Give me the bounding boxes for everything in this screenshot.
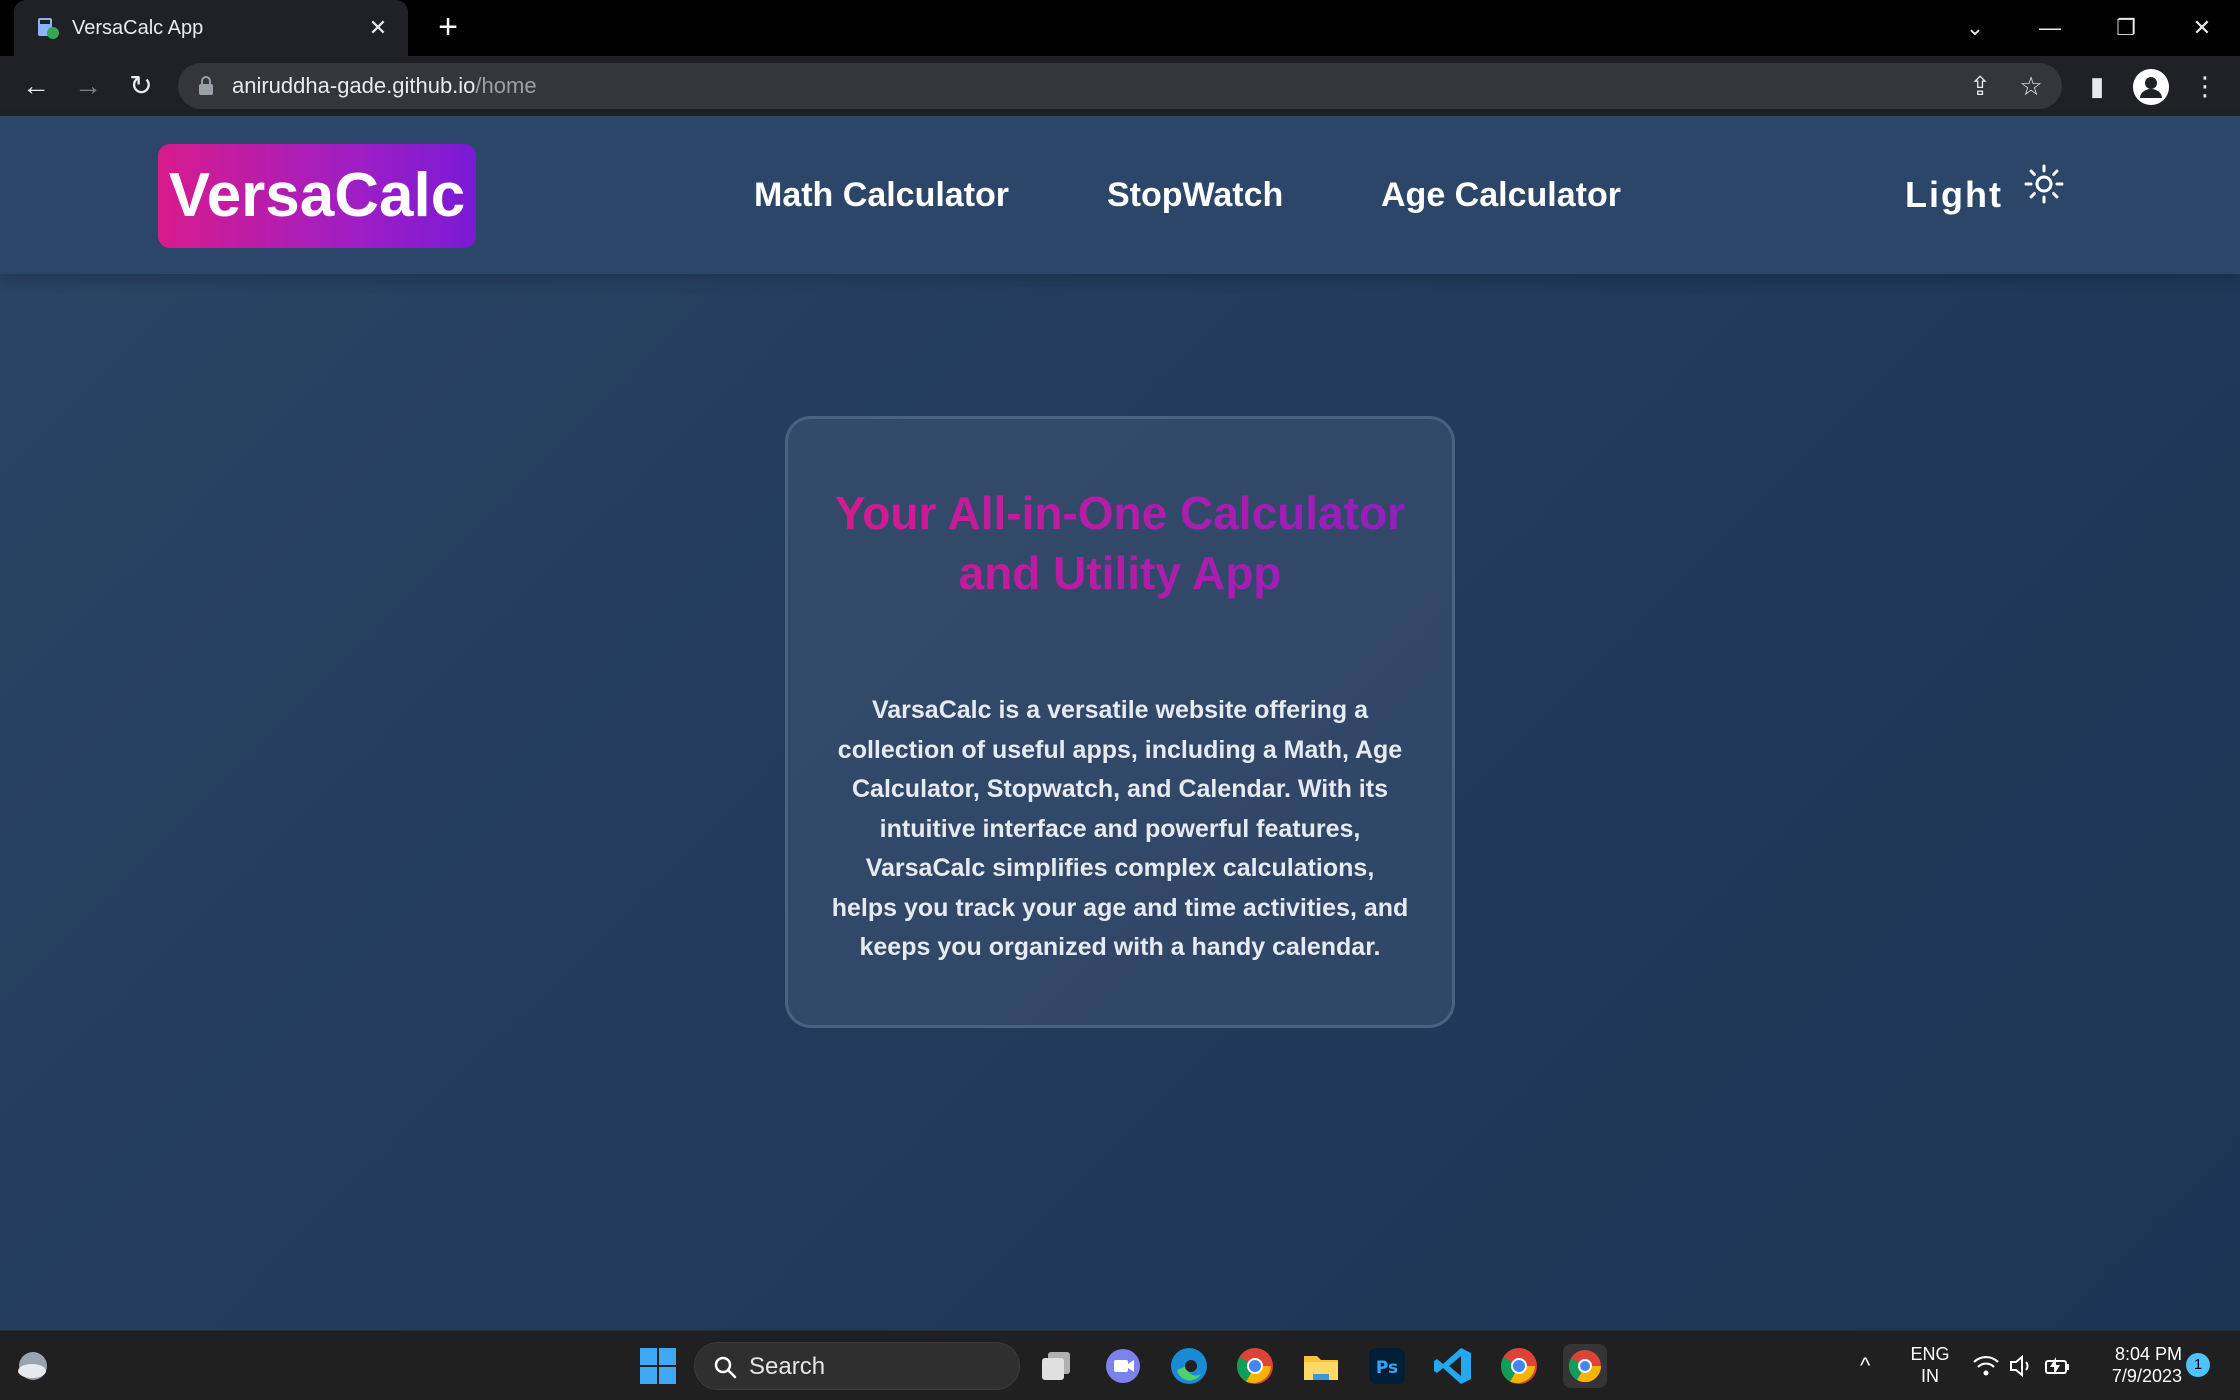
site-header: VersaCalc Math Calculator StopWatch Age …	[0, 116, 2240, 274]
wifi-icon[interactable]	[1972, 1353, 2000, 1379]
battery-icon[interactable]	[2044, 1353, 2072, 1379]
photoshop-icon[interactable]: Ps	[1365, 1344, 1409, 1388]
nav-age-calculator[interactable]: Age Calculator	[1381, 174, 1621, 216]
window-close-icon[interactable]: ✕	[2182, 8, 2222, 48]
clock-date: 7/9/2023	[2111, 1366, 2182, 1386]
windows-start-icon[interactable]	[636, 1344, 680, 1388]
tab-search-chevron-icon[interactable]: ⌄	[1955, 8, 1995, 48]
site-logo[interactable]: VersaCalc	[158, 144, 476, 248]
intro-card: Your All-in-One Calculator and Utility A…	[785, 416, 1455, 1028]
address-bar[interactable]: aniruddha-gade.github.io/home ⇪ ☆	[178, 63, 2062, 109]
minimize-icon[interactable]: —	[2030, 8, 2070, 48]
edge-browser-icon[interactable]	[1167, 1344, 1211, 1388]
lock-icon	[199, 76, 213, 95]
vscode-icon[interactable]	[1431, 1344, 1475, 1388]
sun-icon[interactable]	[2024, 164, 2064, 204]
task-view-icon[interactable]	[1036, 1344, 1080, 1388]
search-label: Search	[749, 1353, 826, 1380]
clock[interactable]: 8:04 PM 7/9/2023	[2090, 1343, 2182, 1387]
language-indicator[interactable]: ENG IN	[1908, 1343, 1952, 1387]
intro-description: VarsaCalc is a versatile website offerin…	[831, 696, 1409, 961]
share-icon[interactable]: ⇪	[1965, 71, 1995, 101]
back-arrow-icon[interactable]: ←	[16, 66, 56, 106]
new-tab-button[interactable]: +	[430, 10, 466, 46]
region-code: IN	[1921, 1366, 1939, 1386]
file-explorer-icon[interactable]	[1299, 1344, 1343, 1388]
tab-title: VersaCalc App	[72, 17, 204, 39]
svg-text:Ps: Ps	[1376, 1358, 1398, 1378]
profile-avatar-icon[interactable]	[2133, 69, 2169, 105]
browser-tab-bar: VersaCalc App ✕ + ⌄ — ❐ ✕	[0, 0, 2240, 56]
chrome-icon[interactable]	[1233, 1344, 1277, 1388]
chrome-active-icon[interactable]	[1563, 1344, 1607, 1388]
browser-toolbar: ← → ↻ aniruddha-gade.github.io/home ⇪ ☆ …	[0, 56, 2240, 116]
reload-icon[interactable]: ↻	[121, 66, 161, 106]
calculator-favicon-icon	[38, 18, 59, 39]
nav-math-calculator[interactable]: Math Calculator	[754, 174, 1009, 216]
nav-stopwatch[interactable]: StopWatch	[1107, 174, 1283, 216]
weather-icon[interactable]	[12, 1345, 54, 1387]
language-code: ENG	[1910, 1344, 1950, 1364]
teams-chat-icon[interactable]	[1101, 1344, 1145, 1388]
restore-icon[interactable]: ❐	[2106, 8, 2146, 48]
volume-icon[interactable]	[2008, 1353, 2034, 1379]
windows-taskbar: Search Ps ^ ENG IN 8:04 PM 7/9/2023 1	[0, 1330, 2240, 1400]
tab-close-icon[interactable]: ✕	[362, 12, 394, 44]
theme-toggle-label[interactable]: Light	[1905, 174, 2003, 216]
tray-chevron-icon[interactable]: ^	[1860, 1355, 1870, 1377]
forward-arrow-icon[interactable]: →	[68, 66, 108, 106]
browser-tab[interactable]: VersaCalc App ✕	[14, 0, 408, 56]
page-content: VersaCalc Math Calculator StopWatch Age …	[0, 116, 2240, 1330]
search-icon	[714, 1356, 737, 1379]
notification-badge[interactable]: 1	[2186, 1353, 2210, 1377]
intro-title: Your All-in-One Calculator and Utility A…	[808, 483, 1432, 603]
clock-time: 8:04 PM	[2114, 1344, 2182, 1364]
url-text: aniruddha-gade.github.io/home	[232, 73, 537, 98]
side-panel-icon[interactable]: ▮	[2079, 68, 2115, 104]
bookmark-star-icon[interactable]: ☆	[2016, 71, 2046, 101]
taskbar-search[interactable]: Search	[694, 1342, 1020, 1390]
chrome-profile-icon[interactable]	[1497, 1344, 1541, 1388]
menu-dots-icon[interactable]: ⋮	[2187, 68, 2223, 104]
